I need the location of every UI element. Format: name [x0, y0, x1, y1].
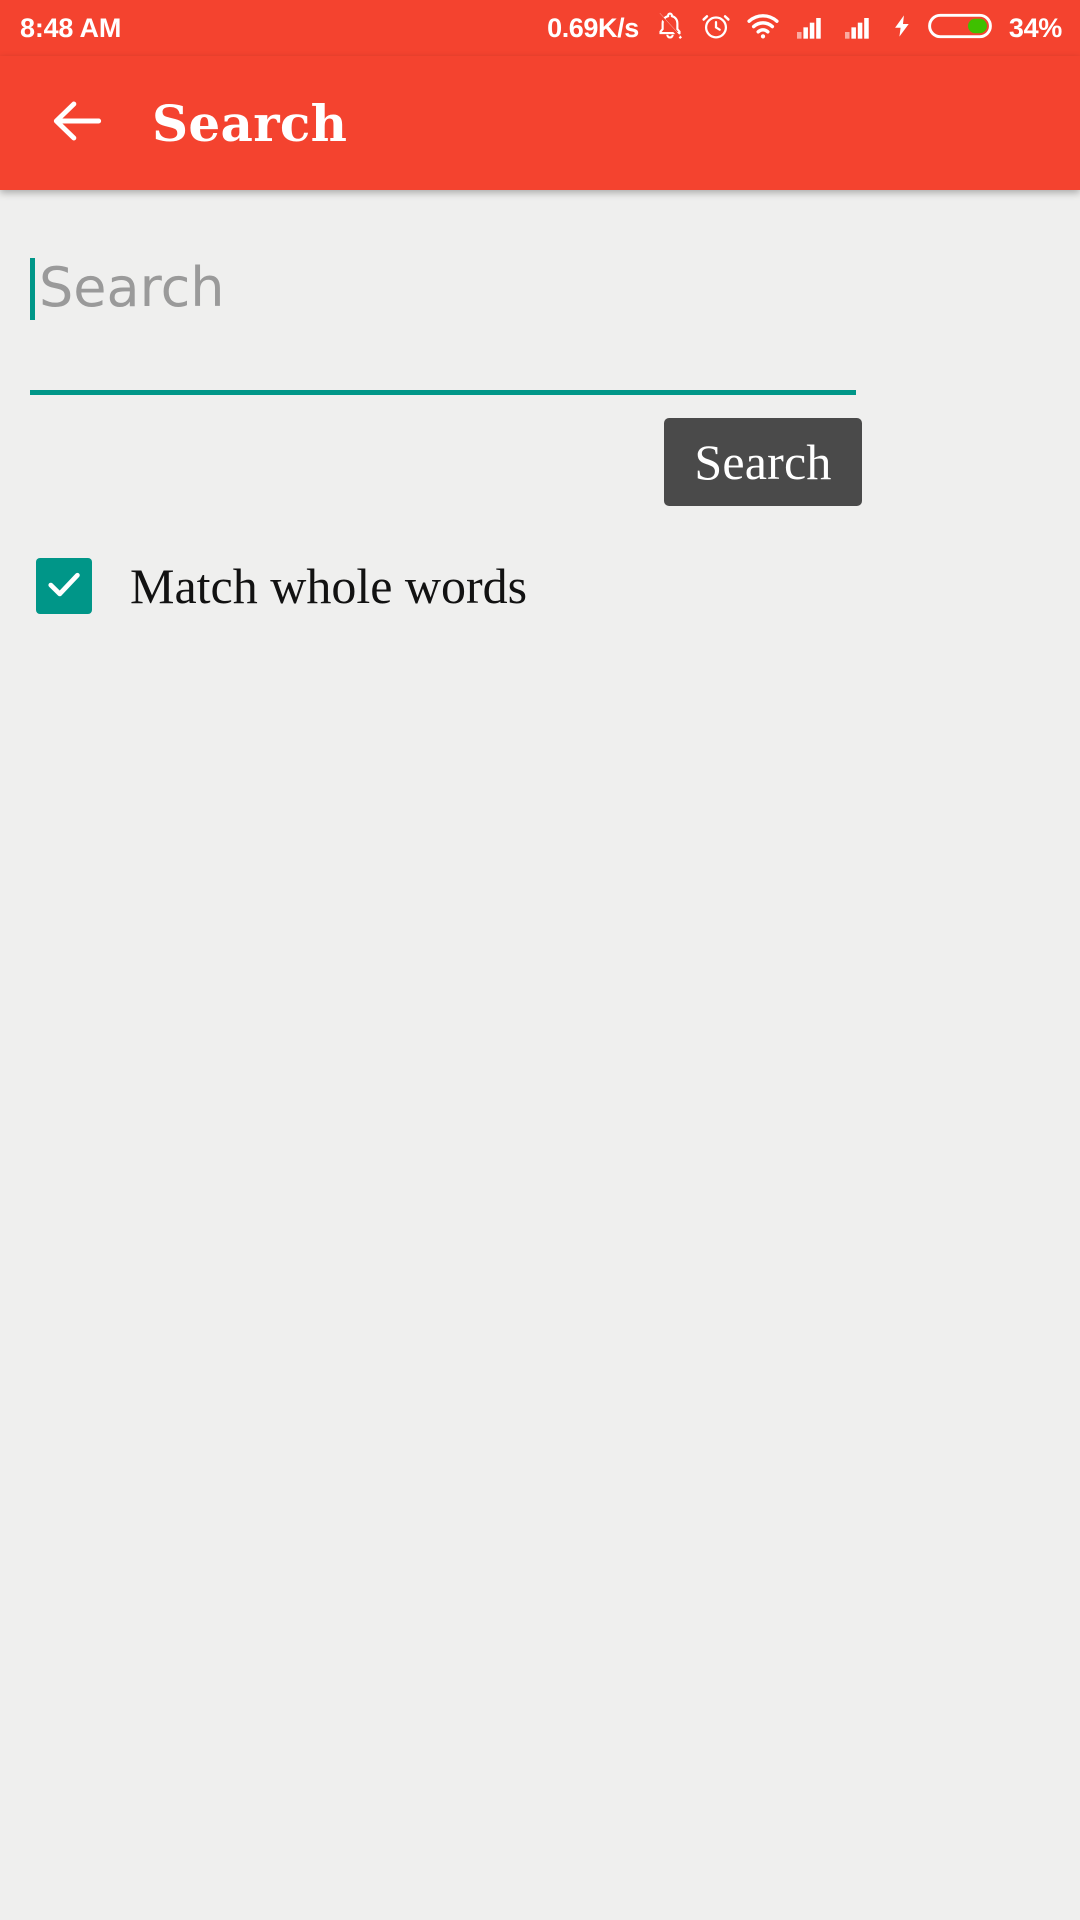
- search-button-label: Search: [694, 434, 832, 490]
- app-screen: 8:48 AM 0.69K/s 34% Search Search Search…: [0, 0, 1080, 1920]
- text-cursor: [30, 258, 35, 320]
- page-title: Search: [152, 93, 348, 153]
- match-whole-words-checkbox[interactable]: [36, 558, 92, 614]
- main-content: Search Search Match whole words: [0, 190, 1080, 1920]
- battery-icon: [927, 10, 993, 47]
- status-bar: 8:48 AM 0.69K/s 34%: [0, 0, 1080, 56]
- charging-bolt-icon: [889, 9, 915, 48]
- search-input[interactable]: Search: [30, 250, 856, 335]
- alarm-clock-icon: [699, 9, 733, 48]
- app-bar: Search: [0, 56, 1080, 190]
- match-whole-words-row[interactable]: Match whole words: [36, 558, 527, 614]
- back-button[interactable]: [26, 71, 130, 175]
- arrow-left-icon: [47, 90, 109, 157]
- wifi-icon: [745, 9, 781, 48]
- notifications-muted-icon: [653, 9, 687, 48]
- signal-bars-sim2-icon: [841, 10, 877, 47]
- match-whole-words-label: Match whole words: [130, 558, 528, 614]
- status-bar-clock: 8:48 AM: [20, 12, 122, 43]
- signal-bars-sim1-icon: [793, 10, 829, 47]
- battery-percent-label: 34%: [1008, 12, 1062, 43]
- search-input-placeholder: Search: [39, 256, 225, 319]
- search-button[interactable]: Search: [664, 418, 862, 506]
- search-input-underline: [30, 390, 856, 395]
- network-speed-label: 0.69K/s: [547, 12, 639, 43]
- status-bar-indicators: 0.69K/s 34%: [547, 9, 1062, 48]
- check-icon: [42, 562, 86, 611]
